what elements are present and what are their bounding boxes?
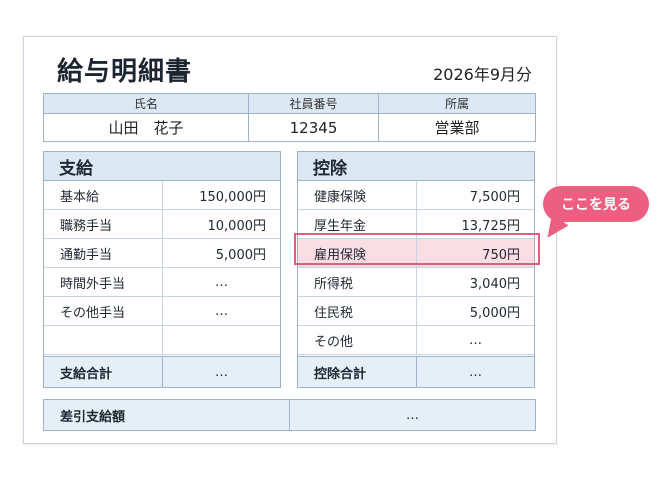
earnings-label: 基本給: [44, 181, 163, 209]
deductions-label: その他: [298, 326, 417, 354]
table-row: その他手当 …: [44, 297, 280, 326]
table-row: 基本給 150,000円: [44, 181, 280, 210]
earnings-total-label: 支給合計: [44, 357, 163, 387]
table-row: 厚生年金 13,725円: [298, 210, 534, 239]
document-title: 給与明細書: [57, 57, 193, 87]
deductions-amount: 7,500円: [469, 189, 520, 205]
earnings-label: 通勤手当: [44, 239, 163, 267]
deductions-amount: 750円: [482, 247, 520, 263]
earnings-amount: …: [215, 303, 228, 319]
deductions-label: 健康保険: [298, 181, 417, 209]
net-pay-amount: …: [406, 407, 419, 423]
earnings-label: 職務手当: [44, 210, 163, 238]
header-department: 所属: [379, 94, 535, 113]
earnings-heading: 支給: [44, 152, 280, 181]
net-pay-row: 差引支給額 …: [43, 399, 536, 431]
employee-department: 営業部: [434, 119, 480, 137]
table-row: 時間外手当 …: [44, 268, 280, 297]
table-row: 職務手当 10,000円: [44, 210, 280, 239]
deductions-total-row: 控除合計 …: [298, 356, 534, 387]
earnings-total-amount: …: [215, 364, 228, 380]
table-row: 通勤手当 5,000円: [44, 239, 280, 268]
empty-cell: [44, 326, 163, 354]
employee-name: 山田 花子: [44, 114, 249, 141]
table-row: 住民税 5,000円: [298, 297, 534, 326]
deductions-amount: 13,725円: [461, 218, 521, 234]
header-employee-id: 社員番号: [249, 94, 379, 113]
deductions-label: 住民税: [298, 297, 417, 325]
earnings-total-row: 支給合計 …: [44, 356, 280, 387]
earnings-label: 時間外手当: [44, 268, 163, 296]
empty-cell: [163, 326, 280, 354]
deductions-table: 控除 健康保険 7,500円 厚生年金 13,725円 雇用保険 750円 所得…: [297, 151, 535, 388]
header-name: 氏名: [44, 94, 249, 113]
employee-info-table: 氏名 社員番号 所属 山田 花子 12345 営業部: [43, 93, 536, 142]
deductions-total-amount: …: [469, 364, 482, 380]
deductions-label: 所得税: [298, 268, 417, 296]
deductions-amount: 5,000円: [469, 305, 520, 321]
employee-id: 12345: [249, 114, 379, 141]
earnings-table: 支給 基本給 150,000円 職務手当 10,000円 通勤手当 5,000円…: [43, 151, 281, 388]
net-pay-label: 差引支給額: [44, 400, 290, 430]
deductions-amount: 3,040円: [469, 276, 520, 292]
deductions-heading: 控除: [298, 152, 534, 181]
deductions-label: 厚生年金: [298, 210, 417, 238]
earnings-amount: …: [215, 274, 228, 290]
deductions-label: 雇用保険: [298, 239, 417, 267]
table-row: 所得税 3,040円: [298, 268, 534, 297]
deductions-amount: …: [469, 332, 482, 348]
earnings-amount: 150,000円: [199, 189, 266, 205]
deductions-total-label: 控除合計: [298, 357, 417, 387]
table-row: 健康保険 7,500円: [298, 181, 534, 210]
table-row: その他 …: [298, 326, 534, 355]
earnings-amount: 5,000円: [215, 247, 266, 263]
table-row-empty: [44, 326, 280, 355]
table-row-highlighted: 雇用保険 750円: [298, 239, 534, 268]
payslip-document: 給与明細書 2026年9月分 氏名 社員番号 所属 山田 花子 12345 営業…: [23, 36, 557, 444]
pay-period: 2026年9月分: [433, 65, 532, 84]
callout-bubble: ここを見る: [543, 186, 649, 222]
earnings-label: その他手当: [44, 297, 163, 325]
earnings-amount: 10,000円: [207, 218, 267, 234]
